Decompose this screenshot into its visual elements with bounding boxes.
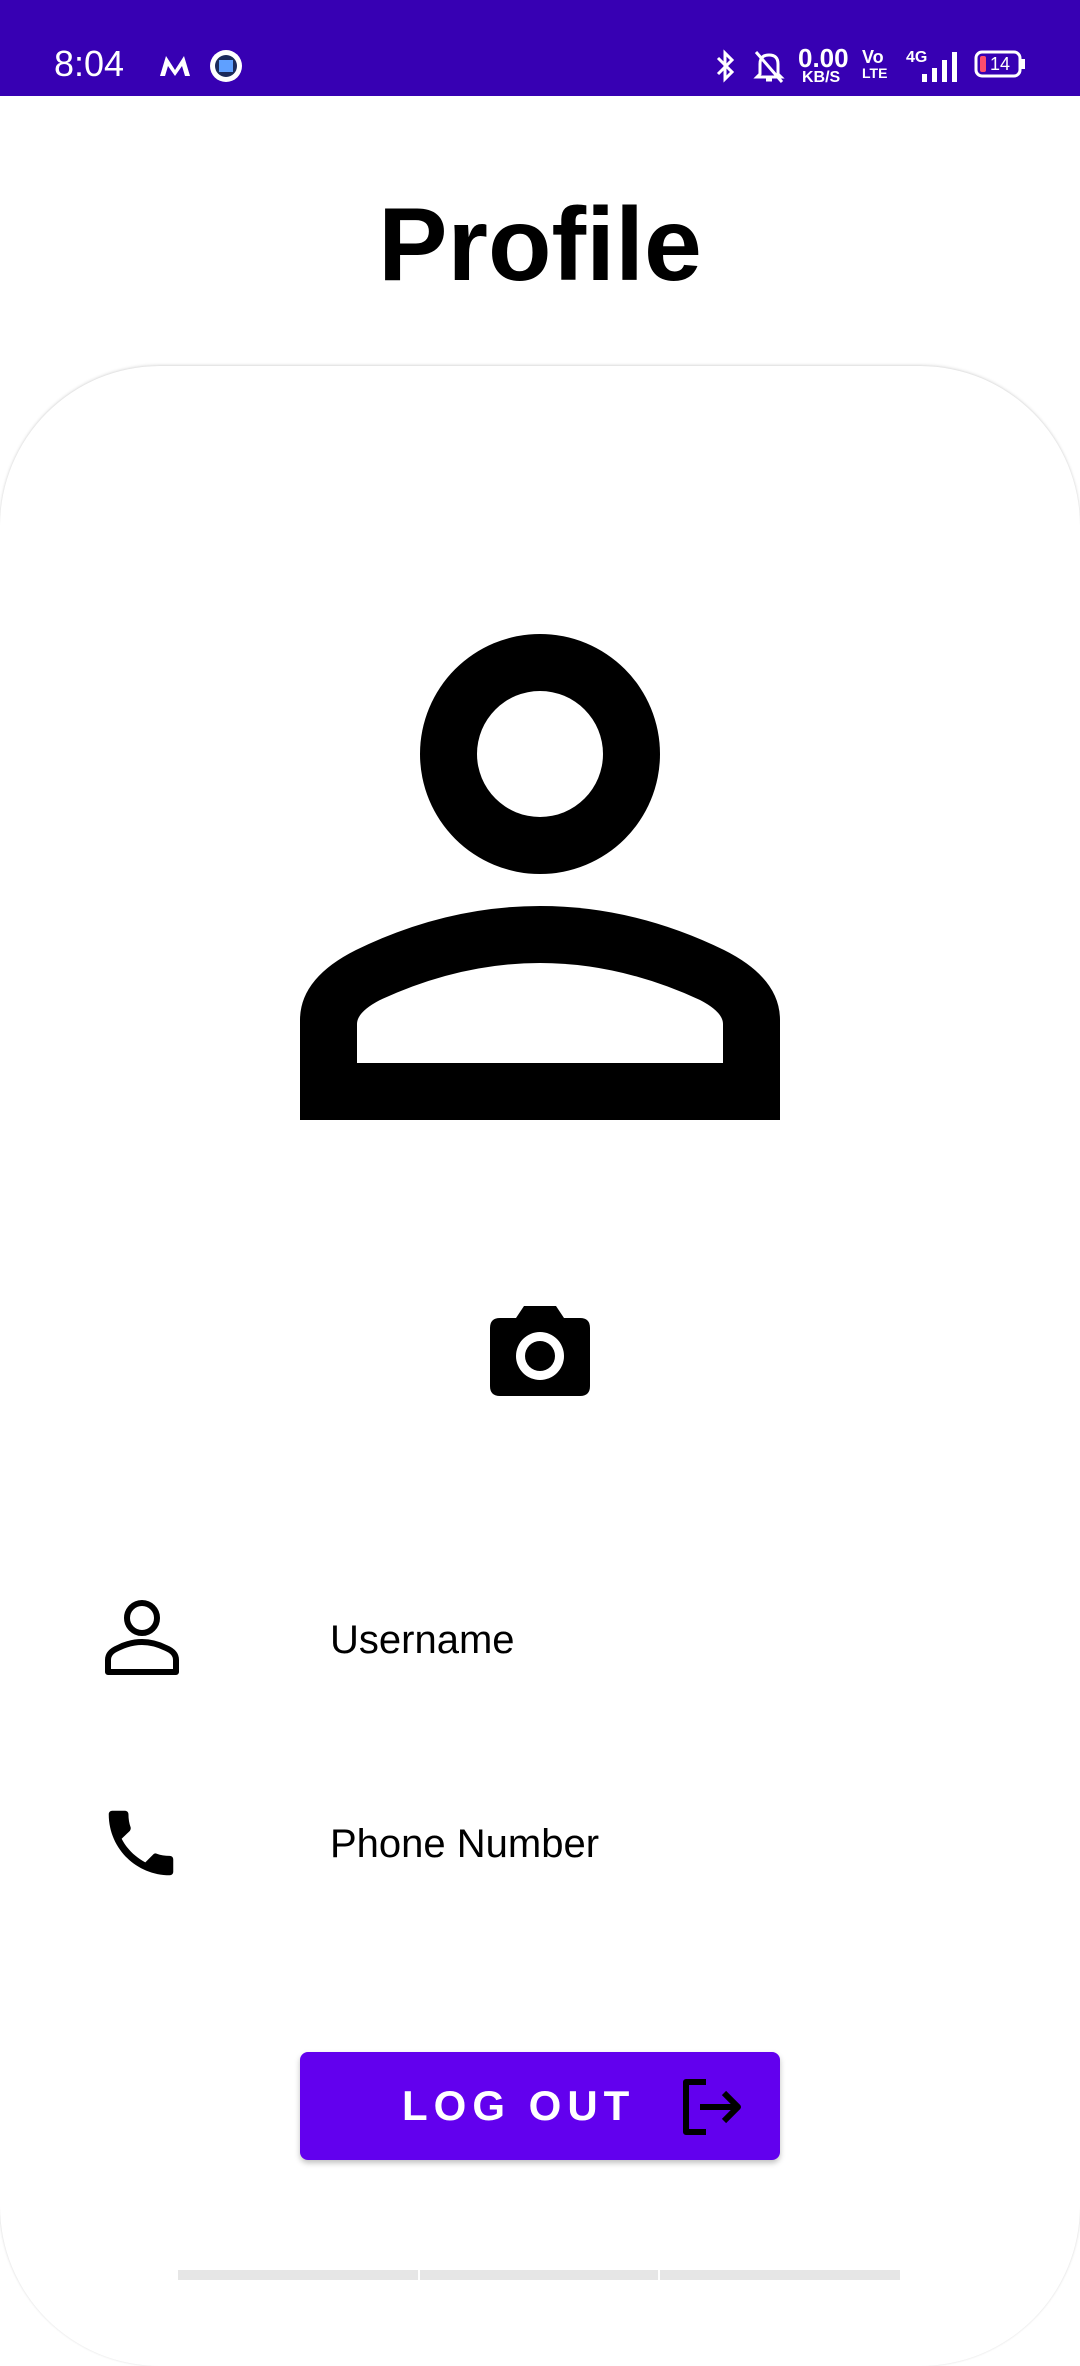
username-label: Username bbox=[330, 1618, 515, 1662]
nav-handle-center bbox=[420, 2270, 658, 2280]
network-speed-unit: KB/S bbox=[802, 69, 841, 86]
bluetooth-icon bbox=[716, 49, 735, 83]
phone-label: Phone Number bbox=[330, 1822, 600, 1866]
logout-icon bbox=[683, 2079, 741, 2135]
network-speed-value: 0.00 bbox=[798, 43, 849, 73]
battery-level: 14 bbox=[990, 54, 1011, 74]
signal-bars-icon bbox=[922, 52, 957, 82]
logout-label: LOG OUT bbox=[402, 2082, 636, 2129]
myntra-logo-icon bbox=[160, 56, 190, 76]
status-bar: 8:04 0.00 KB/S Vo LTE 4G 14 bbox=[0, 0, 1080, 96]
person-outline-icon bbox=[300, 634, 780, 1120]
camera-icon[interactable] bbox=[486, 1302, 594, 1398]
phone-icon bbox=[108, 1810, 174, 1876]
nav-handle-right bbox=[660, 2270, 900, 2280]
logout-button[interactable]: LOG OUT bbox=[300, 2052, 780, 2160]
page-title: Profile bbox=[378, 187, 702, 303]
nav-handle-left bbox=[178, 2270, 418, 2280]
notifications-off-icon bbox=[753, 51, 785, 83]
app-notification-icon bbox=[210, 50, 242, 82]
volte-label-top: Vo bbox=[862, 47, 884, 67]
volte-label-bottom: LTE bbox=[862, 65, 888, 81]
person-icon bbox=[105, 1600, 179, 1675]
status-time: 8:04 bbox=[54, 43, 125, 84]
